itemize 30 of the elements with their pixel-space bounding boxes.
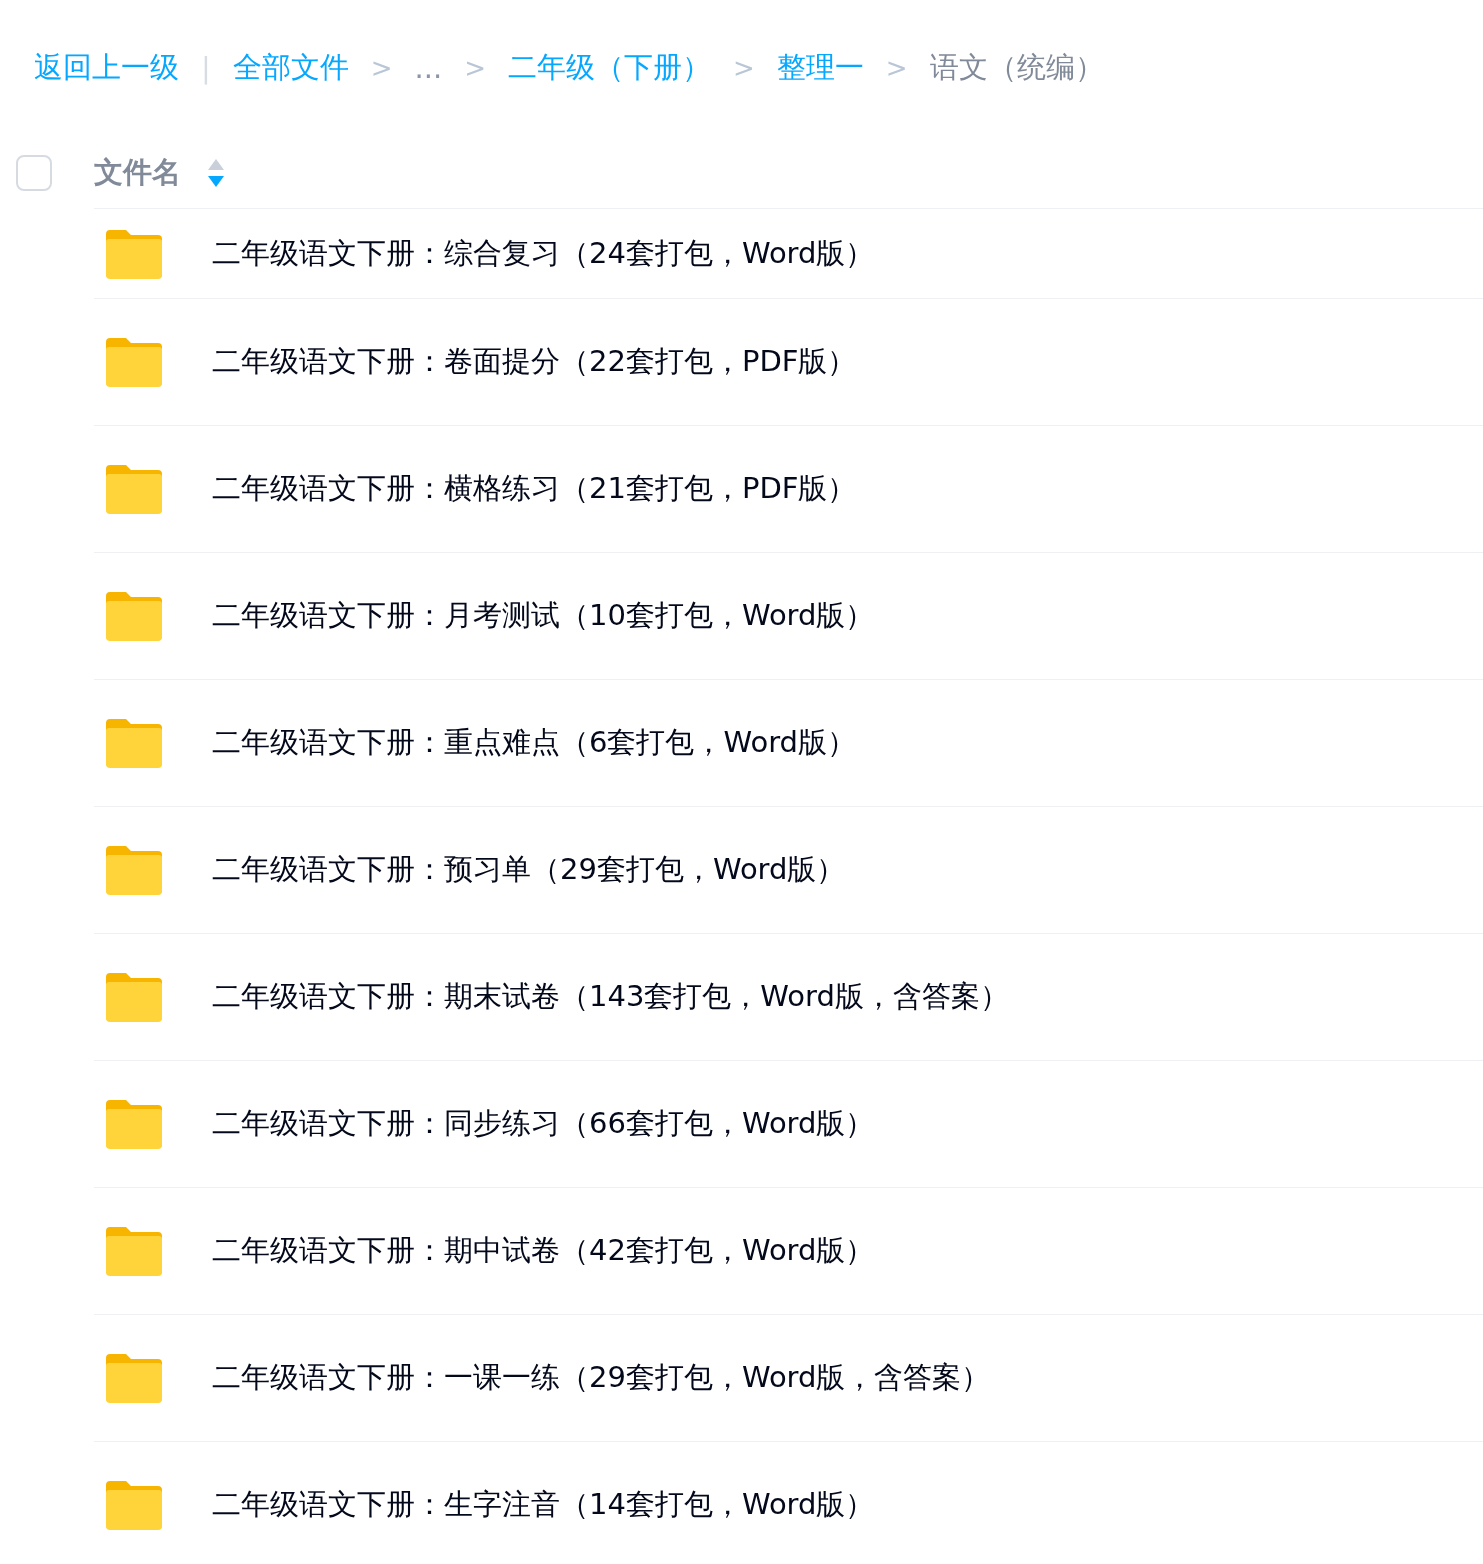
file-name[interactable]: 二年级语文下册：期末试卷（143套打包，Word版，含答案） — [212, 977, 1009, 1017]
breadcrumb-separator: > — [464, 53, 487, 83]
sort-icon[interactable] — [207, 158, 225, 188]
file-name[interactable]: 二年级语文下册：横格练习（21套打包，PDF版） — [212, 469, 857, 509]
select-all-checkbox[interactable] — [16, 155, 52, 191]
folder-icon[interactable] — [104, 463, 164, 515]
folder-icon[interactable] — [104, 1098, 164, 1150]
file-name[interactable]: 二年级语文下册：卷面提分（22套打包，PDF版） — [212, 342, 857, 382]
folder-icon[interactable] — [104, 336, 164, 388]
folder-icon[interactable] — [104, 1225, 164, 1277]
file-name[interactable]: 二年级语文下册：同步练习（66套打包，Word版） — [212, 1104, 875, 1144]
folder-icon[interactable] — [104, 1479, 164, 1531]
folder-icon[interactable] — [104, 590, 164, 642]
folder-icon[interactable] — [104, 1352, 164, 1404]
breadcrumb-separator: > — [370, 53, 393, 83]
file-name[interactable]: 二年级语文下册：综合复习（24套打包，Word版） — [212, 233, 875, 274]
breadcrumb-separator: > — [885, 53, 908, 83]
breadcrumb-current: 语文（统编） — [929, 49, 1104, 86]
file-name[interactable]: 二年级语文下册：月考测试（10套打包，Word版） — [212, 596, 875, 636]
file-name[interactable]: 二年级语文下册：生字注音（14套打包，Word版） — [212, 1485, 875, 1525]
file-name[interactable]: 二年级语文下册：期中试卷（42套打包，Word版） — [212, 1231, 875, 1271]
folder-icon[interactable] — [104, 971, 164, 1023]
folder-icon[interactable] — [104, 227, 164, 280]
file-name[interactable]: 二年级语文下册：一课一练（29套打包，Word版，含答案） — [212, 1358, 991, 1398]
breadcrumb-separator: > — [733, 53, 755, 83]
file-name[interactable]: 二年级语文下册：预习单（29套打包，Word版） — [212, 850, 846, 890]
file-name[interactable]: 二年级语文下册：重点难点（6套打包，Word版） — [212, 723, 856, 763]
breadcrumb-divider: | — [201, 51, 211, 85]
folder-icon[interactable] — [104, 844, 164, 896]
folder-icon[interactable] — [104, 717, 164, 769]
